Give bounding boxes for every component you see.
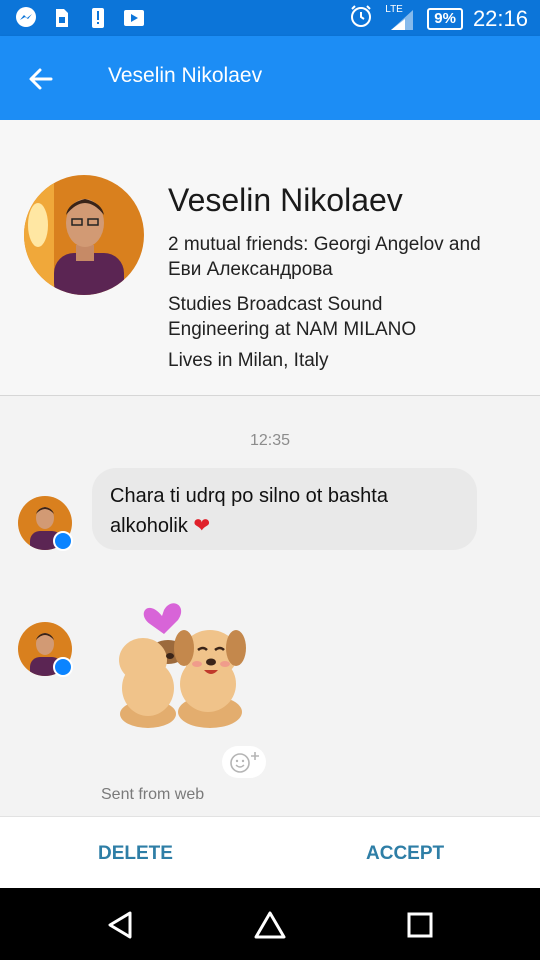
mutual-friends-line-1[interactable]: 2 mutual friends: Georgi Angelov and [168,232,528,257]
sender-avatar[interactable] [18,496,73,551]
message-timestamp: 12:35 [249,432,291,449]
battery-indicator: 9% [427,8,463,30]
app-bar: Veselin Nikolaev [0,36,540,120]
message-bubble[interactable]: Chara ti udrq po silno ot bashta alkohol… [92,468,477,550]
network-label: LTE [385,4,403,15]
sender-avatar[interactable] [18,622,73,677]
studies-line-2: Engineering at NAM MILANO [168,319,417,340]
profile-avatar[interactable] [24,175,144,295]
system-nav-bar [0,888,540,960]
messenger-icon [14,6,38,30]
back-arrow-icon[interactable] [26,64,56,94]
profile-header: Veselin Nikolaev 2 mutual friends: Georg… [0,120,540,396]
recents-icon[interactable] [402,907,438,943]
status-bar: LTE 9% 22:16 [0,0,540,36]
message-text-line-2: alkoholik [110,515,188,537]
signal-icon: LTE [383,4,417,32]
lives-in: Lives in Milan, Italy [168,350,329,371]
alert-icon [86,6,110,30]
add-reaction-button[interactable] [222,746,266,778]
sent-from-label: Sent from web [101,786,205,803]
back-triangle-icon[interactable] [102,907,138,943]
conversation-title: Veselin Nikolaev [108,64,263,87]
request-actions: DELETE ACCEPT [0,816,540,888]
home-icon[interactable] [252,907,288,943]
heart-emoji-icon: ❤ [193,515,211,537]
video-icon [122,6,146,30]
messenger-badge-icon [53,531,73,551]
mutual-friends-line-2[interactable]: Еви Александрова [168,257,528,282]
status-notifications [14,6,146,30]
puppies-love-sticker[interactable] [108,588,253,730]
message-text-line-1: Chara ti udrq po silno ot bashta [110,485,388,507]
messenger-badge-icon [53,657,73,677]
profile-name: Veselin Nikolaev [168,182,403,218]
status-system: LTE 9% 22:16 [349,4,528,34]
add-reaction-icon [230,752,259,773]
clock: 22:16 [472,6,528,31]
studies-line-1: Studies Broadcast Sound [168,294,383,315]
delete-button[interactable]: DELETE [98,843,173,865]
alarm-icon [349,4,373,34]
accept-button[interactable]: ACCEPT [366,843,444,865]
sim-icon [50,6,74,30]
